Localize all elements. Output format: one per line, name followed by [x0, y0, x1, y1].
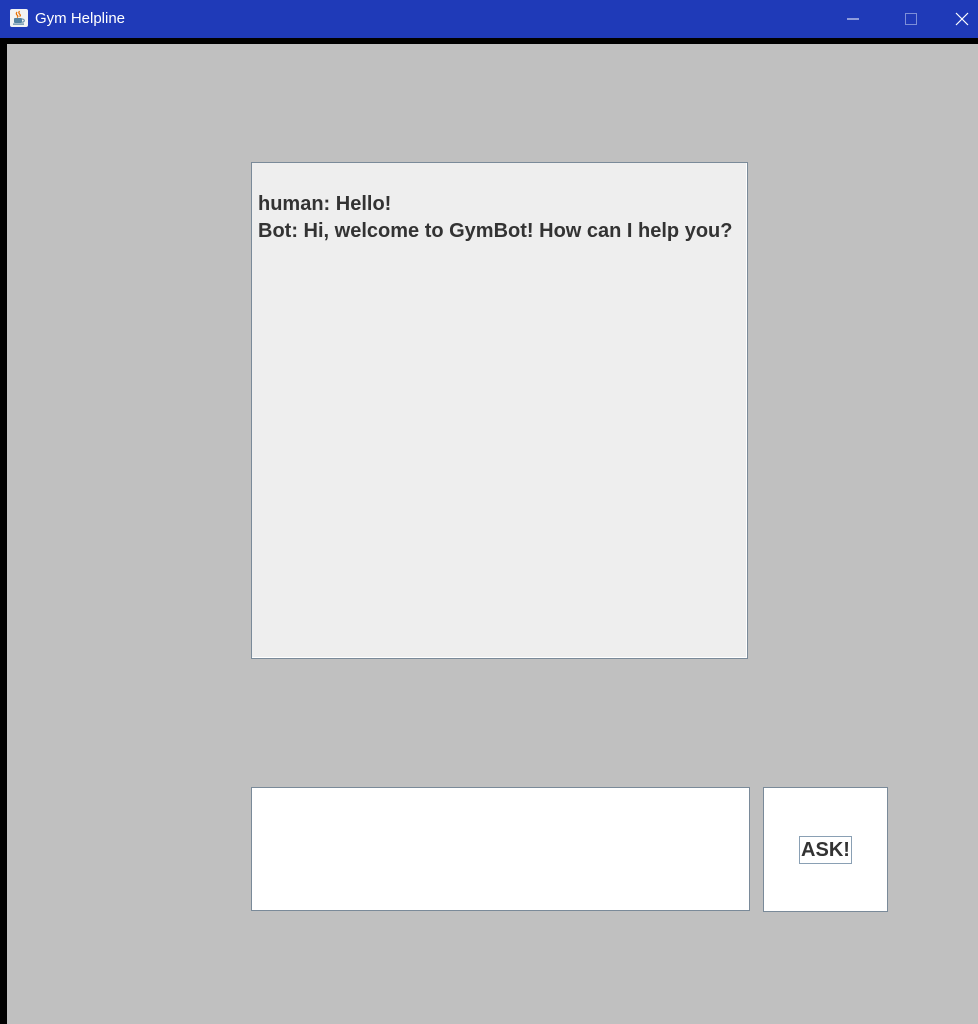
chat-line-bot: Bot: Hi, welcome to GymBot! How can I he… — [258, 220, 733, 242]
close-icon — [955, 12, 969, 26]
maximize-icon — [905, 13, 917, 25]
minimize-button[interactable] — [830, 0, 876, 38]
window-title: Gym Helpline — [35, 10, 126, 27]
window-border-left — [0, 38, 7, 1024]
java-cup-icon — [10, 9, 28, 27]
content-pane: human: Hello! Bot: Hi, welcome to GymBot… — [7, 44, 978, 1024]
chat-transcript[interactable]: human: Hello! Bot: Hi, welcome to GymBot… — [251, 162, 748, 659]
question-input[interactable] — [251, 787, 750, 911]
chat-line-human: human: Hello! — [258, 193, 392, 215]
minimize-icon — [847, 18, 859, 20]
close-button[interactable] — [946, 0, 978, 38]
maximize-button[interactable] — [888, 0, 934, 38]
ask-button[interactable]: ASK! — [763, 787, 888, 912]
app-window: Gym Helpline human: Hello! Bot: Hi, welc… — [0, 0, 978, 1024]
title-bar[interactable]: Gym Helpline — [0, 0, 978, 38]
ask-button-label: ASK! — [799, 835, 852, 864]
